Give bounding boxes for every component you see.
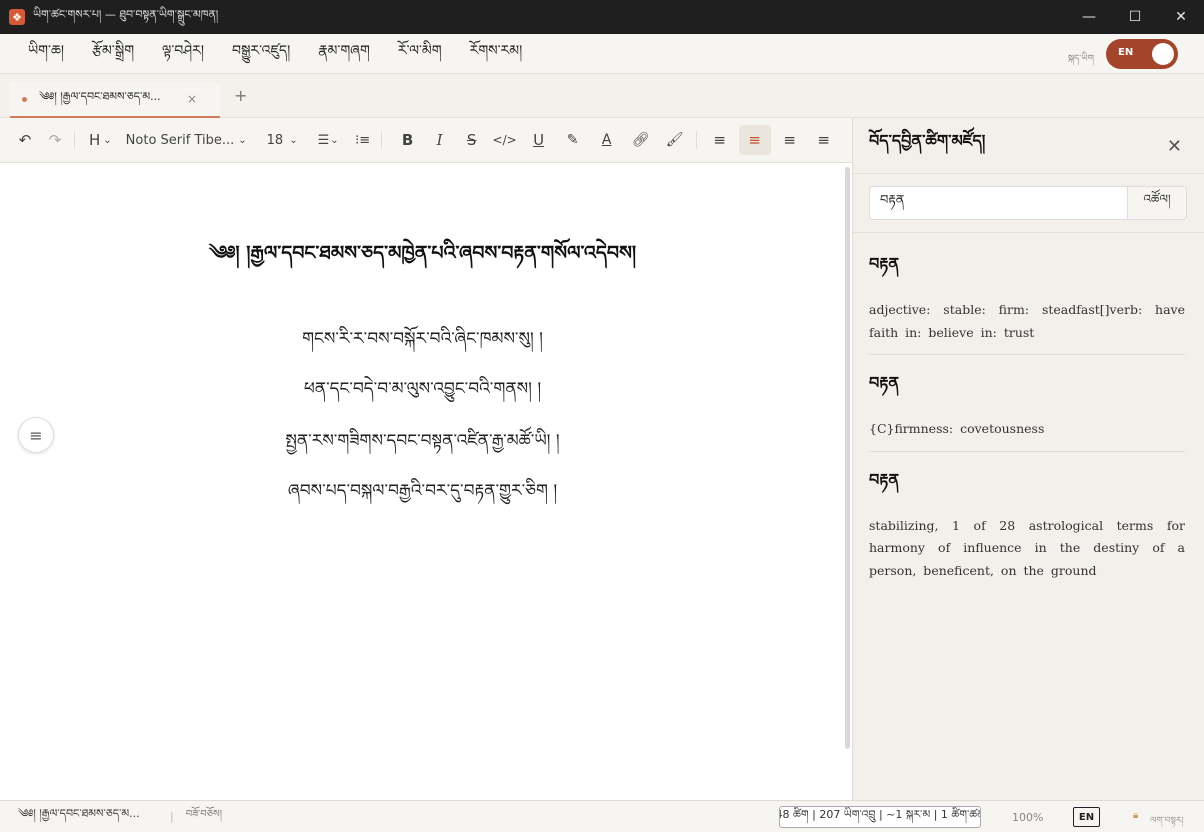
outline-toggle-button[interactable]: ≡ <box>18 417 54 453</box>
app-logo-icon: ❖ <box>9 9 25 25</box>
tab-close-icon[interactable]: × <box>187 92 197 106</box>
entry-headword: བརྟན <box>869 254 900 273</box>
entry-headword: བརྟན <box>869 373 900 392</box>
menu-insert[interactable]: བསྒྱུར་འཛུད། <box>232 34 290 74</box>
status-document-name: ༄༅། །རྒྱལ་དབང་ཐམས་ཅད་མ... <box>18 807 140 820</box>
close-icon[interactable]: ✕ <box>1167 136 1182 157</box>
dictionary-header: བོད་དབྱིན་ཚིག་མཛོད། ✕ <box>853 118 1204 174</box>
menu-view[interactable]: ལྟ་བཤེར། <box>162 34 204 74</box>
format-painter-button[interactable]: 🖌︎ <box>658 125 692 155</box>
font-family-value: Noto Serif Tibe... <box>125 132 235 148</box>
bullet-list-select[interactable]: ☰ ⌄ <box>318 133 339 148</box>
menu-help[interactable]: རོགས་རམ། <box>470 34 523 74</box>
tab-document[interactable]: ༄༅། །རྒྱལ་དབང་ཐམས་ཅད་མ... × <box>10 82 220 118</box>
menu-tools[interactable]: རོ་ལ་མིག <box>398 34 442 74</box>
editor-canvas[interactable]: ༄༅། །རྒྱལ་དབང་ཐམས་ཅད་མཁྱེན་པའི་ཞབས་བརྟན་… <box>0 163 852 800</box>
entry-definition: stabilizing, 1 of 28 astrological terms … <box>869 517 1185 578</box>
toolbar-divider <box>74 131 75 149</box>
entry-headword: བརྟན <box>869 469 900 489</box>
lock-icon: 🔒︎ <box>1133 810 1139 821</box>
dictionary-search-input[interactable] <box>869 186 1127 220</box>
verse-line[interactable]: སྤྱན་རས་གཟིགས་དབང་བསྟན་འཛིན་རྒྱ་མཚོ་ཡི། … <box>0 421 845 469</box>
heading-label: H <box>89 131 101 149</box>
highlighter-icon: ✎ <box>566 132 579 148</box>
dictionary-results: བརྟན adjective: stable: firm: steadfast[… <box>869 246 1185 602</box>
verse-line[interactable]: གངས་རི་ར་བས་བསྐོར་བའི་ཞིང་ཁམས་སུ། ། <box>0 319 845 367</box>
word-count-stats[interactable]: 48 ཚིག | 207 ཡིག་འབྲུ | ~1 སྐར་མ | 1 ཚིག… <box>779 806 981 828</box>
document-title[interactable]: ༄༅། །རྒྱལ་དབང་ཐམས་ཅད་མཁྱེན་པའི་ཞབས་བརྟན་… <box>0 231 845 285</box>
undo-button[interactable]: ↶ <box>10 125 40 155</box>
align-left-button[interactable]: ≡ <box>705 125 735 155</box>
redo-button[interactable]: ↷ <box>40 125 70 155</box>
line-height-icon: ⁝≡ <box>355 132 371 148</box>
tab-label: ༄༅། །རྒྱལ་དབང་ཐམས་ཅད་མ... <box>39 89 161 103</box>
line-height-button[interactable]: ⁝≡ <box>349 125 377 155</box>
window-controls: — ☐ ✕ <box>1066 0 1204 34</box>
entry-definition: {C}firmness: covetousness <box>869 421 1045 436</box>
language-toggle-label: EN <box>1118 47 1134 58</box>
dictionary-search: འཚོལ། <box>869 186 1187 220</box>
lock-mode-label: ལག་བསྟར། <box>1150 816 1184 826</box>
minimize-button[interactable]: — <box>1066 0 1112 34</box>
code-button[interactable]: </> <box>488 125 522 155</box>
add-tab-button[interactable]: + <box>234 86 247 105</box>
dictionary-entry: བརྟན stabilizing, 1 of 28 astrological t… <box>869 462 1185 593</box>
align-right-button[interactable]: ≡ <box>775 125 805 155</box>
title-bar: ❖ ཡིག་ཚང་གསར་པ། — ཐུབ་བསྟན་ཡིག་སྒྲུང་མཁན… <box>0 0 1204 34</box>
maximize-button[interactable]: ☐ <box>1112 0 1158 34</box>
dictionary-panel: བོད་དབྱིན་ཚིག་མཛོད། ✕ འཚོལ། བརྟན adjecti… <box>852 118 1204 800</box>
justify-button[interactable]: ≡ <box>809 125 839 155</box>
input-language-indicator[interactable]: EN <box>1073 807 1100 827</box>
toggle-knob <box>1152 43 1174 65</box>
formatting-toolbar: ↶ ↷ H ⌄ Noto Serif Tibe... ⌄ 18 ⌄ ☰ ⌄ ⁝≡… <box>0 118 852 163</box>
list-icon: ☰ <box>317 132 330 148</box>
highlight-button[interactable]: ✎ <box>556 125 590 155</box>
menu-format[interactable]: རྣམ་གཞག <box>318 34 370 74</box>
toolbar-divider <box>695 131 697 149</box>
dictionary-title: བོད་དབྱིན་ཚིག་མཛོད། <box>869 131 986 150</box>
dictionary-entry: བརྟན adjective: stable: firm: steadfast[… <box>869 246 1185 355</box>
unsaved-dot-icon <box>22 96 27 102</box>
toolbar-divider <box>380 131 382 149</box>
link-icon: 🔗︎ <box>631 132 650 148</box>
verse-line[interactable]: ཕན་དང་བདེ་བ་མ་ལུས་འབྱུང་བའི་གནས། ། <box>0 369 845 417</box>
strikethrough-button[interactable]: S <box>456 125 488 155</box>
tab-bar: ༄༅། །རྒྱལ་དབང་ཐམས་ཅད་མ... × + <box>0 74 1204 118</box>
underline-button[interactable]: U <box>522 125 556 155</box>
status-bar: ༄༅། །རྒྱལ་དབང་ཐམས་ཅད་མ... | བཟོ་བཅོས། 48… <box>0 800 1204 832</box>
dictionary-entry: བརྟན {C}firmness: covetousness <box>869 365 1185 452</box>
align-center-button[interactable]: ≡ <box>738 125 771 155</box>
dictionary-search-button[interactable]: འཚོལ། <box>1127 186 1187 220</box>
heading-select[interactable]: H ⌄ <box>89 131 112 149</box>
text-color-icon: A <box>601 132 612 148</box>
chevron-down-icon: ⌄ <box>289 134 298 146</box>
app-window: ❖ ཡིག་ཚང་གསར་པ། — ཐུབ་བསྟན་ཡིག་སྒྲུང་མཁན… <box>0 0 1204 832</box>
paintbrush-icon: 🖌︎ <box>665 132 684 148</box>
chevron-down-icon: ⌄ <box>238 134 247 146</box>
link-button[interactable]: 🔗︎ <box>624 125 658 155</box>
chevron-down-icon: ⌄ <box>330 134 339 146</box>
window-title: ཡིག་ཚང་གསར་པ། — ཐུབ་བསྟན་ཡིག་སྒྲུང་མཁན། <box>33 7 219 21</box>
menu-bar: ཡིག་ཆ། རྩོམ་སྒྲིག ལྟ་བཤེར། བསྒྱུར་འཛུད། … <box>0 34 1204 74</box>
font-size-select[interactable]: 18 ⌄ <box>267 133 298 148</box>
close-window-button[interactable]: ✕ <box>1158 0 1204 34</box>
text-color-button[interactable]: A <box>590 125 624 155</box>
panel-divider <box>853 232 1204 233</box>
menu-file[interactable]: ཡིག་ཆ། <box>28 34 64 74</box>
outline-icon: ≡ <box>29 425 43 445</box>
language-toggle[interactable]: EN <box>1106 39 1178 69</box>
language-label: སྐད་ཡིག <box>1067 54 1094 64</box>
menu-edit[interactable]: རྩོམ་སྒྲིག <box>92 34 134 74</box>
chevron-down-icon: ⌄ <box>103 134 112 146</box>
font-family-select[interactable]: Noto Serif Tibe... ⌄ <box>126 133 247 148</box>
editor-scrollbar[interactable] <box>845 167 850 749</box>
entry-definition: adjective: stable: firm: steadfast[]verb… <box>869 302 1185 340</box>
bold-button[interactable]: B <box>392 125 424 155</box>
zoom-level[interactable]: 100% <box>1012 811 1043 824</box>
italic-button[interactable]: I <box>424 125 456 155</box>
font-size-value: 18 <box>266 132 284 148</box>
status-divider: | <box>170 810 174 823</box>
verse-line[interactable]: ཞབས་པད་བསྐལ་བརྒྱའི་བར་དུ་བརྟན་གྱུར་ཅིག ། <box>0 471 845 519</box>
status-mode: བཟོ་བཅོས། <box>185 808 222 820</box>
